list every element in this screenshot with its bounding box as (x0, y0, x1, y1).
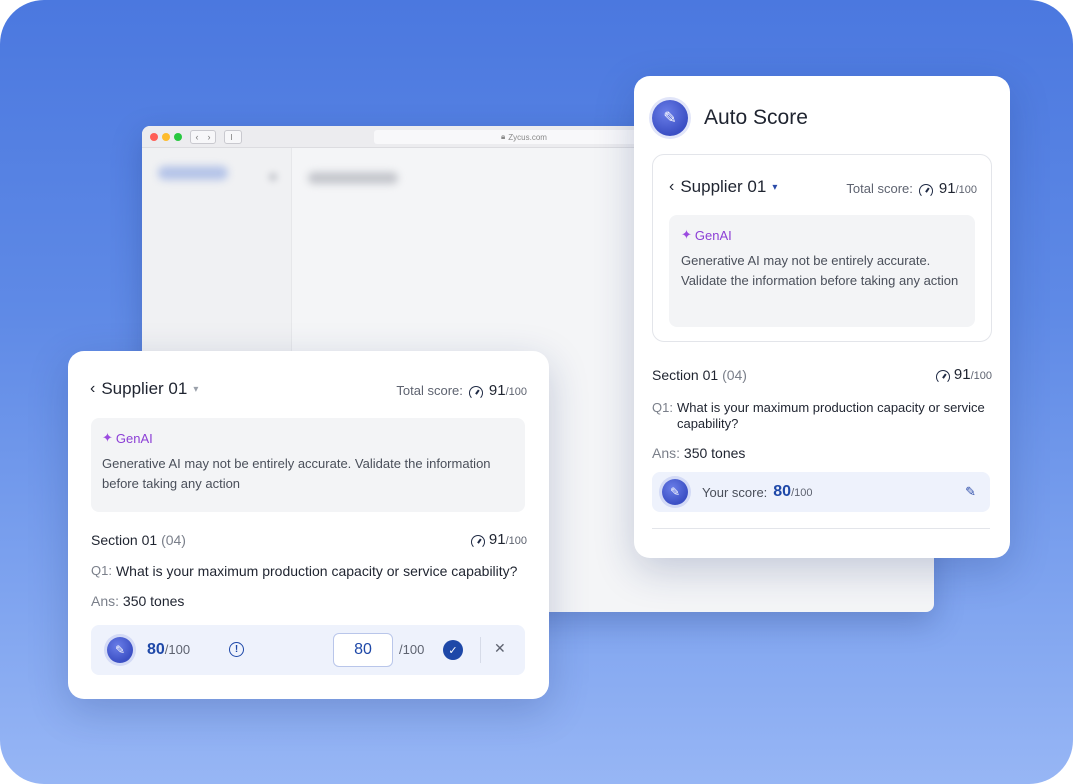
supplier-card: ‹ Supplier 01 ▾ Total score: 91/100 ✦ Ge… (652, 154, 992, 342)
ai-wand-icon: ✎ (652, 100, 688, 136)
question-prefix: Q1: (652, 400, 673, 415)
genai-disclaimer: ✦ GenAI Generative AI may not be entirel… (91, 418, 525, 512)
answer: Ans: 350 tones (91, 593, 184, 609)
ai-score-max: /100 (164, 642, 191, 657)
answer-prefix: Ans: (91, 593, 120, 609)
confirm-check-icon[interactable]: ✓ (443, 640, 463, 660)
ai-wand-icon: ✎ (662, 479, 688, 505)
close-icon[interactable]: ✕ (494, 640, 506, 657)
url-text: Zycus.com (508, 132, 547, 142)
total-score-value: 91 (488, 382, 506, 399)
answer-prefix: Ans: (652, 445, 681, 461)
maximize-window-icon[interactable] (174, 133, 182, 141)
browser-nav-buttons: ‹ › (190, 130, 216, 144)
gauge-icon (918, 183, 933, 198)
supplier-selector[interactable]: ‹ Supplier 01 ▾ (669, 177, 777, 197)
score-editor: ✎ 80/100 ! /100 ✓ ✕ (91, 625, 525, 675)
question-prefix: Q1: (91, 563, 112, 578)
blurred-icon (268, 172, 278, 182)
total-score: Total score: 91/100 (846, 180, 977, 198)
caret-down-icon[interactable]: ▾ (772, 182, 777, 193)
total-score-label: Total score: (396, 383, 463, 398)
your-score-value: 80 (773, 483, 792, 500)
total-score-label: Total score: (846, 181, 913, 196)
question-text: What is your maximum production capacity… (676, 400, 985, 431)
section-score-max: /100 (505, 535, 527, 547)
divider (652, 528, 990, 529)
divider (480, 637, 481, 663)
panel-title: Auto Score (704, 106, 808, 129)
supplier-name: Supplier 01 (101, 379, 188, 398)
sparkle-icon: ✦ (102, 430, 113, 445)
question: Q1: What is your maximum production capa… (91, 563, 531, 579)
question-text: What is your maximum production capacity… (115, 563, 518, 579)
auto-score-panel: ✎ Auto Score ‹ Supplier 01 ▾ Total score… (634, 76, 1010, 558)
supplier-name: Supplier 01 (680, 177, 767, 196)
genai-label-text: GenAI (694, 227, 732, 243)
answer: Ans: 350 tones (652, 445, 745, 461)
chevron-left-icon[interactable]: ‹ (669, 178, 674, 196)
lock-icon: 🔒︎ (501, 132, 506, 141)
section-count: (04) (161, 531, 186, 548)
your-score-label: Your score: (702, 484, 768, 500)
genai-label: ✦ GenAI (681, 227, 963, 243)
section-score: 91 (953, 366, 971, 383)
sidebar-toggle-icon[interactable] (224, 130, 242, 144)
gauge-icon (936, 370, 950, 384)
section-header: Section 01 (04) 91/100 (91, 531, 527, 549)
auto-score-header: ✎ Auto Score (652, 100, 808, 136)
minimize-window-icon[interactable] (162, 133, 170, 141)
genai-label-text: GenAI (115, 430, 153, 446)
total-score-max: /100 (955, 184, 977, 196)
back-arrow-icon[interactable]: ‹ (196, 132, 199, 142)
score-edit-panel: ‹ Supplier 01 ▾ Total score: 91/100 ✦ Ge… (68, 351, 549, 699)
sparkle-icon: ✦ (681, 227, 692, 242)
genai-label: ✦ GenAI (102, 430, 514, 446)
ai-wand-icon: ✎ (107, 637, 133, 663)
total-score-value: 91 (938, 180, 956, 197)
question: Q1: What is your maximum production capa… (652, 400, 992, 432)
score-input[interactable] (333, 633, 393, 667)
chevron-left-icon[interactable]: ‹ (90, 380, 95, 398)
your-score-max: /100 (791, 487, 813, 499)
section-label: Section 01 (91, 531, 158, 548)
gauge-icon (468, 385, 483, 400)
gauge-icon (471, 535, 485, 549)
address-bar[interactable]: 🔒︎ Zycus.com (374, 130, 674, 144)
answer-text: 350 tones (122, 593, 185, 609)
answer-text: 350 tones (683, 445, 746, 461)
section-count: (04) (722, 366, 747, 383)
section-score-max: /100 (970, 370, 992, 382)
pencil-edit-icon[interactable]: ✎ (965, 484, 976, 500)
genai-message: Generative AI may not be entirely accura… (681, 253, 959, 288)
close-window-icon[interactable] (150, 133, 158, 141)
total-score-max: /100 (505, 386, 527, 398)
forward-arrow-icon[interactable]: › (208, 132, 211, 142)
ai-score-value: 80 (147, 641, 165, 658)
supplier-selector[interactable]: ‹ Supplier 01 ▾ (90, 379, 198, 399)
section-score: 91 (488, 531, 506, 548)
info-icon[interactable]: ! (229, 642, 244, 657)
total-score: Total score: 91/100 (396, 382, 527, 400)
ai-score: 80/100 (147, 641, 190, 659)
score-input-max: /100 (399, 642, 425, 657)
genai-message: Generative AI may not be entirely accura… (102, 456, 491, 491)
caret-down-icon[interactable]: ▾ (193, 384, 198, 395)
background-stage: ‹ › 🔒︎ Zycus.com ✎ Auto Score ‹ Supplier… (0, 0, 1073, 784)
section-label: Section 01 (652, 366, 719, 383)
your-score-row: ✎ Your score: 80/100 ✎ (652, 472, 990, 512)
section-header: Section 01 (04) 91/100 (652, 366, 992, 384)
genai-disclaimer: ✦ GenAI Generative AI may not be entirel… (669, 215, 975, 327)
blurred-title (308, 172, 398, 184)
blurred-logo (158, 166, 228, 180)
